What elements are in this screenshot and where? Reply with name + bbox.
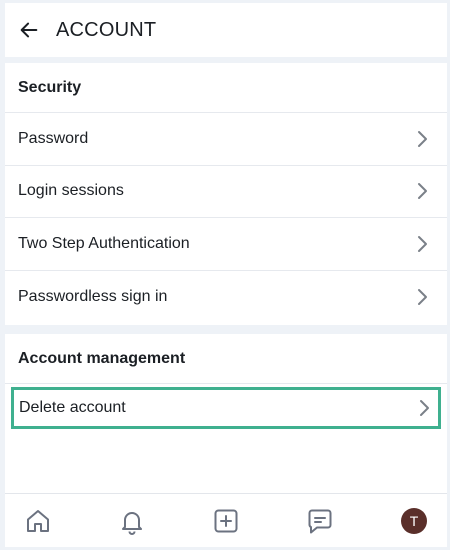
bell-icon — [122, 511, 142, 535]
home-icon — [27, 509, 49, 532]
page-title: ACCOUNT — [56, 18, 157, 41]
arrow-left-icon — [20, 22, 38, 38]
header: ACCOUNT — [5, 3, 447, 57]
login-sessions-label: Login sessions — [18, 182, 124, 200]
nav-notifications[interactable] — [117, 506, 147, 536]
two-step-authentication-label: Two Step Authentication — [18, 234, 190, 252]
login-sessions-row[interactable]: Login sessions — [5, 166, 447, 218]
nav-create[interactable] — [211, 506, 241, 536]
password-label: Password — [18, 129, 89, 147]
chevron-right-icon — [417, 182, 429, 200]
two-step-authentication-row[interactable]: Two Step Authentication — [5, 218, 447, 271]
chevron-right-icon — [417, 235, 429, 253]
back-button[interactable] — [5, 3, 53, 57]
account-management-section: Account management Delete account — [5, 334, 447, 494]
nav-home[interactable] — [23, 506, 53, 536]
bottom-nav: T — [5, 493, 447, 547]
chevron-right-icon — [417, 130, 429, 148]
nav-profile[interactable]: T — [399, 506, 429, 536]
delete-account-label: Delete account — [19, 399, 126, 416]
nav-messages[interactable] — [305, 506, 335, 536]
password-row[interactable]: Password — [5, 113, 447, 166]
account-screen: ACCOUNT Security Password Login sessions… — [5, 3, 447, 547]
passwordless-sign-in-row[interactable]: Passwordless sign in — [5, 271, 447, 324]
message-icon — [308, 509, 332, 533]
avatar: T — [401, 507, 427, 534]
security-heading: Security — [5, 63, 447, 113]
delete-account-row[interactable]: Delete account — [11, 387, 441, 429]
add-square-icon — [214, 509, 238, 532]
chevron-right-icon — [419, 399, 431, 417]
chevron-right-icon — [417, 288, 429, 306]
passwordless-sign-in-label: Passwordless sign in — [18, 287, 168, 305]
security-section: Security Password Login sessions Two Ste… — [5, 63, 447, 325]
account-management-heading: Account management — [5, 334, 447, 384]
